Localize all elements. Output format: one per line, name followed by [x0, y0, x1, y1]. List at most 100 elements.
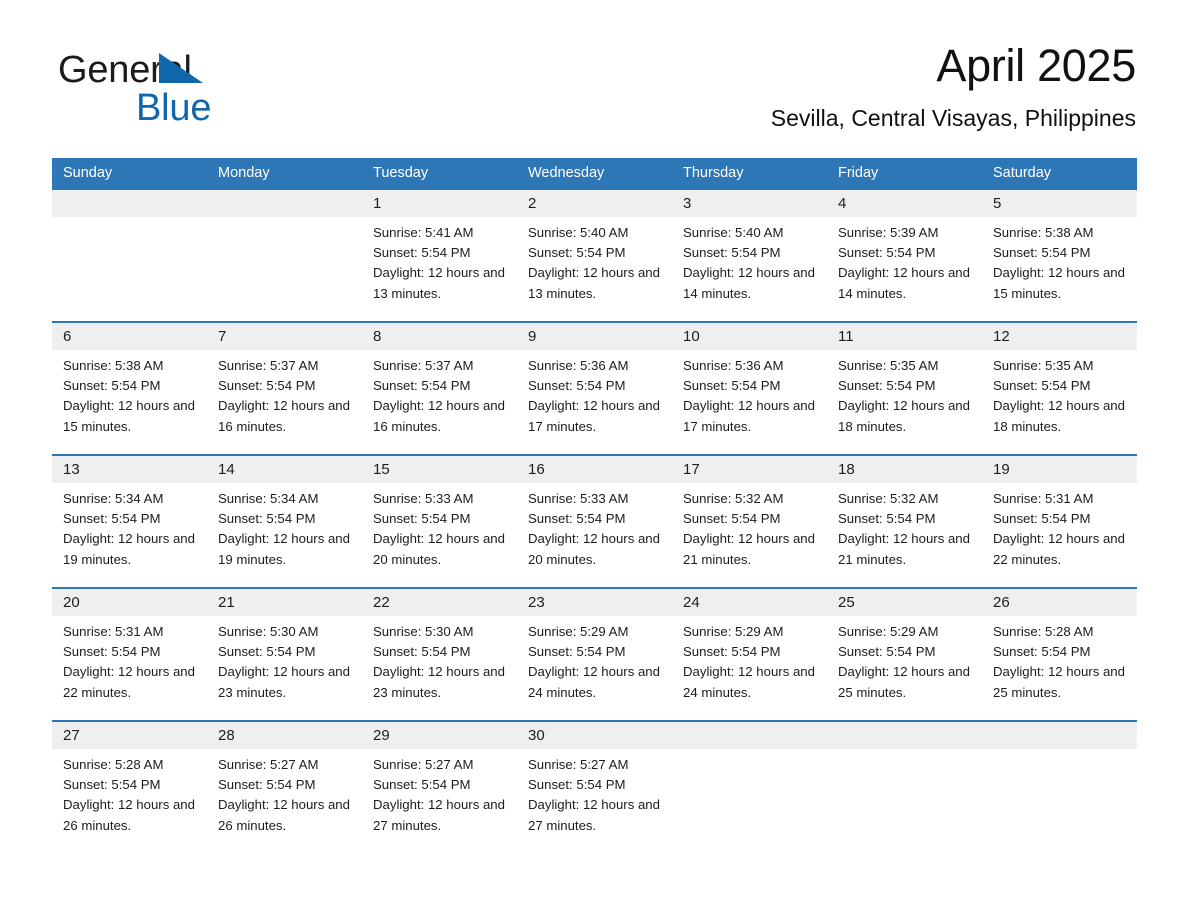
daylight-text: Daylight: 12 hours and 27 minutes. [528, 797, 660, 833]
day-cell[interactable]: 24 Sunrise: 5:29 AM Sunset: 5:54 PM Dayligh… [672, 589, 827, 720]
day-cell[interactable]: 19 Sunrise: 5:31 AM Sunset: 5:54 PM Dayligh… [982, 456, 1137, 587]
day-cell[interactable]: 4 Sunrise: 5:39 AM Sunset: 5:54 PM Daylight… [827, 190, 982, 321]
daylight-text: Daylight: 12 hours and 20 minutes. [528, 531, 660, 567]
day-cell[interactable]: 11 Sunrise: 5:35 AM Sunset: 5:54 PM Dayligh… [827, 323, 982, 454]
daylight-text: Daylight: 12 hours and 25 minutes. [993, 664, 1125, 700]
day-cell[interactable]: 22 Sunrise: 5:30 AM Sunset: 5:54 PM Dayligh… [362, 589, 517, 720]
daylight-text: Daylight: 12 hours and 19 minutes. [63, 531, 195, 567]
day-cell[interactable]: 7 Sunrise: 5:37 AM Sunset: 5:54 PM Daylight… [207, 323, 362, 454]
day-cell-empty [672, 722, 827, 853]
sunrise-text: Sunrise: 5:40 AM [683, 225, 784, 240]
week-row: 6 Sunrise: 5:38 AM Sunset: 5:54 PM Daylight… [52, 321, 1137, 454]
day-cell[interactable]: 27 Sunrise: 5:28 AM Sunset: 5:54 PM Dayligh… [52, 722, 207, 853]
sunrise-text: Sunrise: 5:38 AM [993, 225, 1094, 240]
sunset-text: Sunset: 5:54 PM [838, 245, 936, 261]
daylight-text: Daylight: 12 hours and 23 minutes. [373, 664, 505, 700]
sunset-text: Sunset: 5:54 PM [63, 378, 161, 394]
day-cell[interactable]: 9 Sunrise: 5:36 AM Sunset: 5:54 PM Daylight… [517, 323, 672, 454]
sunrise-text: Sunrise: 5:33 AM [373, 491, 474, 506]
sunrise-text: Sunrise: 5:36 AM [528, 358, 629, 373]
day-number: 9 [517, 323, 672, 350]
sunset-text: Sunset: 5:54 PM [528, 378, 626, 394]
day-cell[interactable]: 8 Sunrise: 5:37 AM Sunset: 5:54 PM Daylight… [362, 323, 517, 454]
sunrise-text: Sunrise: 5:35 AM [993, 358, 1094, 373]
day-details: Sunrise: 5:40 AM Sunset: 5:54 PM Daylight:… [672, 217, 827, 304]
day-details: Sunrise: 5:29 AM Sunset: 5:54 PM Daylight:… [517, 616, 672, 703]
day-number: 20 [52, 589, 207, 616]
day-cell[interactable]: 17 Sunrise: 5:32 AM Sunset: 5:54 PM Dayligh… [672, 456, 827, 587]
calendar-table: Sunday Monday Tuesday Wednesday Thursday Frid… [52, 158, 1137, 853]
day-number: 5 [982, 190, 1137, 217]
day-number: 29 [362, 722, 517, 749]
day-details: Sunrise: 5:32 AM Sunset: 5:54 PM Daylight:… [827, 483, 982, 570]
day-cell[interactable]: 30 Sunrise: 5:27 AM Sunset: 5:54 PM Dayligh… [517, 722, 672, 853]
day-details: Sunrise: 5:31 AM Sunset: 5:54 PM Daylight:… [982, 483, 1137, 570]
sunrise-text: Sunrise: 5:32 AM [683, 491, 784, 506]
day-details: Sunrise: 5:28 AM Sunset: 5:54 PM Daylight:… [52, 749, 207, 836]
day-cell[interactable]: 1 Sunrise: 5:41 AM Sunset: 5:54 PM Daylight… [362, 190, 517, 321]
day-number: 19 [982, 456, 1137, 483]
day-details: Sunrise: 5:28 AM Sunset: 5:54 PM Daylight:… [982, 616, 1137, 703]
weekday-header-saturday: Saturday [993, 165, 1052, 181]
sunrise-text: Sunrise: 5:37 AM [373, 358, 474, 373]
day-cell[interactable]: 13 Sunrise: 5:34 AM Sunset: 5:54 PM Dayligh… [52, 456, 207, 587]
day-details: Sunrise: 5:34 AM Sunset: 5:54 PM Daylight:… [207, 483, 362, 570]
day-number: 4 [827, 190, 982, 217]
day-cell[interactable]: 26 Sunrise: 5:28 AM Sunset: 5:54 PM Dayligh… [982, 589, 1137, 720]
day-details: Sunrise: 5:39 AM Sunset: 5:54 PM Daylight:… [827, 217, 982, 304]
sunrise-text: Sunrise: 5:33 AM [528, 491, 629, 506]
day-cell[interactable]: 18 Sunrise: 5:32 AM Sunset: 5:54 PM Dayligh… [827, 456, 982, 587]
day-cell-empty [207, 190, 362, 321]
day-details: Sunrise: 5:35 AM Sunset: 5:54 PM Daylight:… [827, 350, 982, 437]
day-cell[interactable]: 21 Sunrise: 5:30 AM Sunset: 5:54 PM Dayligh… [207, 589, 362, 720]
week-row: 20 Sunrise: 5:31 AM Sunset: 5:54 PM Dayligh… [52, 587, 1137, 720]
daylight-text: Daylight: 12 hours and 25 minutes. [838, 664, 970, 700]
daylight-text: Daylight: 12 hours and 26 minutes. [218, 797, 350, 833]
day-number: 8 [362, 323, 517, 350]
day-cell[interactable]: 2 Sunrise: 5:40 AM Sunset: 5:54 PM Daylight… [517, 190, 672, 321]
sunset-text: Sunset: 5:54 PM [528, 644, 626, 660]
day-details: Sunrise: 5:38 AM Sunset: 5:54 PM Daylight:… [52, 350, 207, 437]
day-number: 18 [827, 456, 982, 483]
day-cell[interactable]: 6 Sunrise: 5:38 AM Sunset: 5:54 PM Daylight… [52, 323, 207, 454]
daylight-text: Daylight: 12 hours and 20 minutes. [373, 531, 505, 567]
day-cell-empty [982, 722, 1137, 853]
day-details: Sunrise: 5:35 AM Sunset: 5:54 PM Daylight:… [982, 350, 1137, 437]
sunrise-text: Sunrise: 5:29 AM [838, 624, 939, 639]
day-number: 10 [672, 323, 827, 350]
sunrise-text: Sunrise: 5:27 AM [528, 757, 629, 772]
daylight-text: Daylight: 12 hours and 14 minutes. [683, 265, 815, 301]
day-details: Sunrise: 5:37 AM Sunset: 5:54 PM Daylight:… [207, 350, 362, 437]
daylight-text: Daylight: 12 hours and 27 minutes. [373, 797, 505, 833]
daylight-text: Daylight: 12 hours and 17 minutes. [528, 398, 660, 434]
calendar-body: 1 Sunrise: 5:41 AM Sunset: 5:54 PM Daylight… [52, 188, 1137, 853]
day-cell[interactable]: 15 Sunrise: 5:33 AM Sunset: 5:54 PM Dayligh… [362, 456, 517, 587]
day-details: Sunrise: 5:27 AM Sunset: 5:54 PM Daylight:… [207, 749, 362, 836]
day-number [982, 722, 1137, 749]
daylight-text: Daylight: 12 hours and 14 minutes. [838, 265, 970, 301]
day-number: 26 [982, 589, 1137, 616]
day-details: Sunrise: 5:33 AM Sunset: 5:54 PM Daylight:… [517, 483, 672, 570]
day-cell[interactable]: 14 Sunrise: 5:34 AM Sunset: 5:54 PM Dayligh… [207, 456, 362, 587]
day-cell[interactable]: 16 Sunrise: 5:33 AM Sunset: 5:54 PM Dayligh… [517, 456, 672, 587]
day-cell[interactable]: 5 Sunrise: 5:38 AM Sunset: 5:54 PM Daylight… [982, 190, 1137, 321]
day-number: 16 [517, 456, 672, 483]
day-details: Sunrise: 5:40 AM Sunset: 5:54 PM Daylight:… [517, 217, 672, 304]
day-cell[interactable]: 29 Sunrise: 5:27 AM Sunset: 5:54 PM Dayligh… [362, 722, 517, 853]
day-number: 27 [52, 722, 207, 749]
day-cell[interactable]: 3 Sunrise: 5:40 AM Sunset: 5:54 PM Daylight… [672, 190, 827, 321]
day-cell[interactable]: 10 Sunrise: 5:36 AM Sunset: 5:54 PM Dayligh… [672, 323, 827, 454]
general-blue-logo[interactable]: General Blue [58, 48, 388, 134]
day-number: 24 [672, 589, 827, 616]
day-number [207, 190, 362, 217]
day-cell[interactable]: 25 Sunrise: 5:29 AM Sunset: 5:54 PM Dayligh… [827, 589, 982, 720]
day-cell[interactable]: 23 Sunrise: 5:29 AM Sunset: 5:54 PM Dayligh… [517, 589, 672, 720]
day-cell[interactable]: 28 Sunrise: 5:27 AM Sunset: 5:54 PM Dayligh… [207, 722, 362, 853]
sunrise-text: Sunrise: 5:27 AM [373, 757, 474, 772]
day-cell[interactable]: 12 Sunrise: 5:35 AM Sunset: 5:54 PM Dayligh… [982, 323, 1137, 454]
week-row: 1 Sunrise: 5:41 AM Sunset: 5:54 PM Daylight… [52, 188, 1137, 321]
sunrise-text: Sunrise: 5:41 AM [373, 225, 474, 240]
page-header: General Blue April 2025 Sevilla, Central… [52, 38, 1136, 148]
day-details: Sunrise: 5:30 AM Sunset: 5:54 PM Daylight:… [207, 616, 362, 703]
day-cell[interactable]: 20 Sunrise: 5:31 AM Sunset: 5:54 PM Dayligh… [52, 589, 207, 720]
